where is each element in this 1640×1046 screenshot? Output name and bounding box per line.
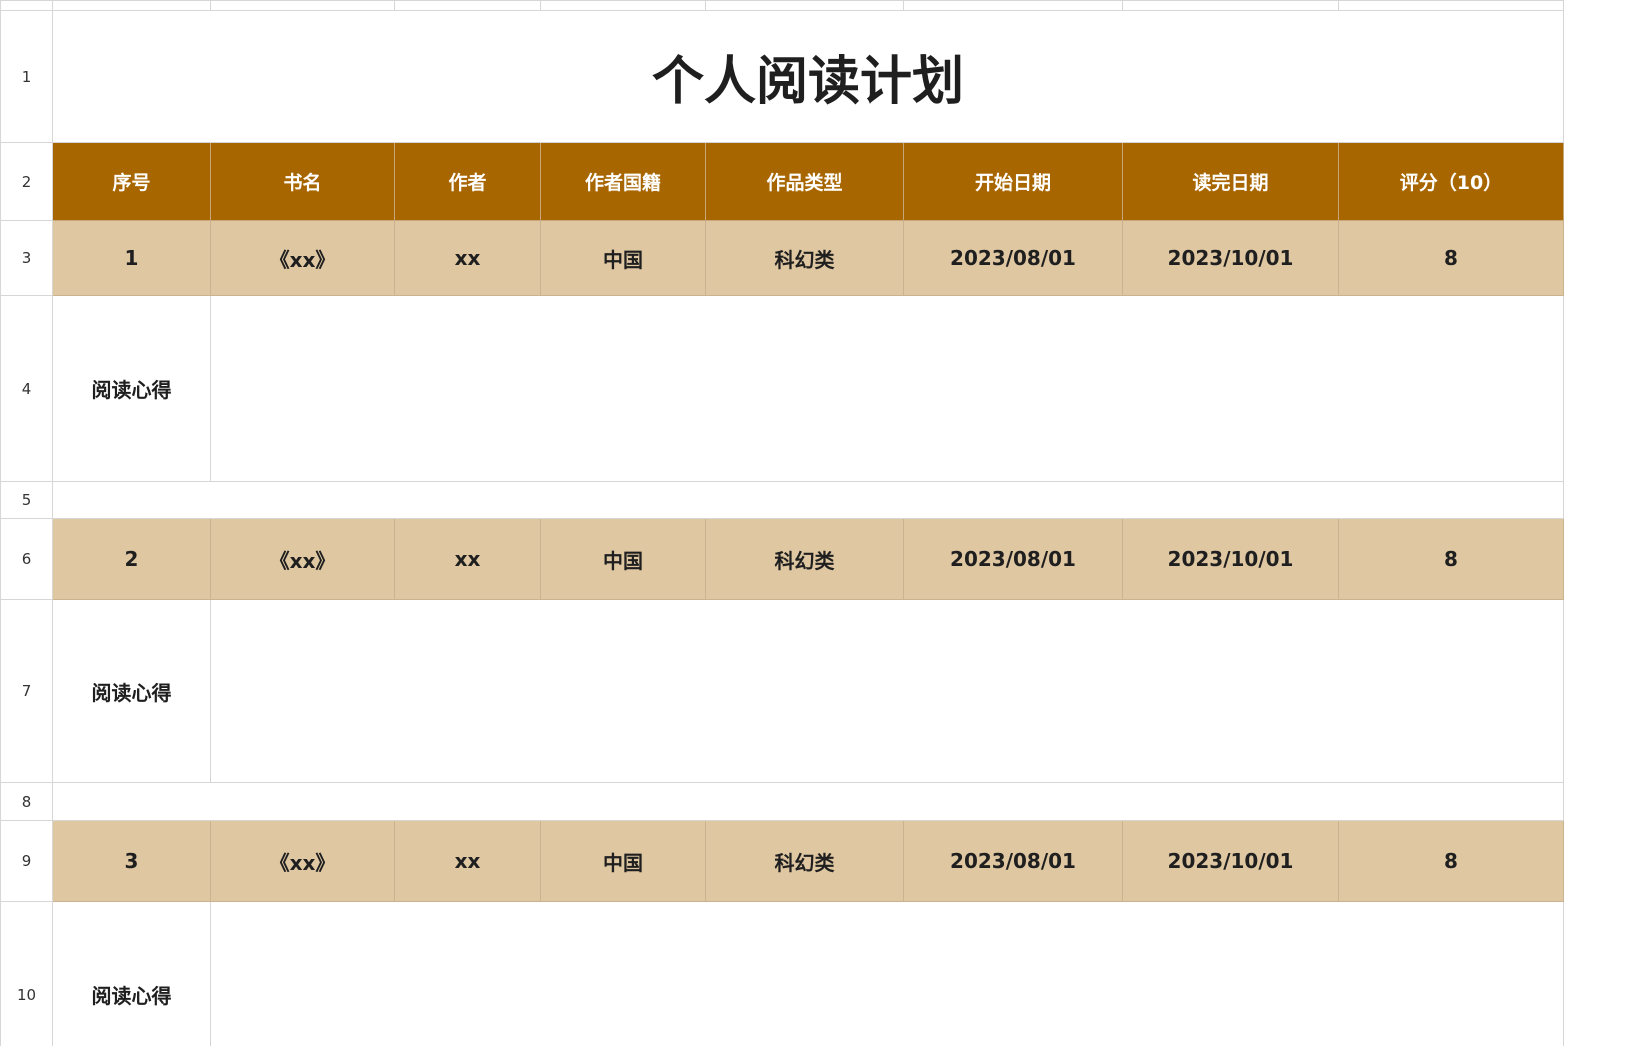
column-header-book-title[interactable]: 书名 (210, 142, 395, 221)
row-number-6[interactable]: 6 (0, 518, 53, 600)
row-number-4[interactable]: 4 (0, 295, 53, 482)
book-score-cell[interactable]: 8 (1338, 518, 1564, 600)
column-header-score[interactable]: 评分（10） (1338, 142, 1564, 221)
column-header-genre[interactable]: 作品类型 (705, 142, 904, 221)
row-number-5[interactable]: 5 (0, 481, 53, 519)
row-3-book-1: 3 1 《xx》 xx 中国 科幻类 2023/08/01 2023/10/01… (0, 220, 1564, 296)
book-start-date-cell[interactable]: 2023/08/01 (903, 820, 1123, 902)
row-5-spacer: 5 (0, 481, 1564, 519)
book-no-cell[interactable]: 1 (52, 220, 211, 296)
page-title[interactable]: 个人阅读计划 (52, 10, 1564, 143)
book-finish-date-cell[interactable]: 2023/10/01 (1122, 518, 1339, 600)
notes-content-cell[interactable] (210, 599, 1564, 783)
book-author-cell[interactable]: xx (394, 820, 541, 902)
row-number-3[interactable]: 3 (0, 220, 53, 296)
notes-content-cell[interactable] (210, 901, 1564, 1046)
row-6-book-2: 6 2 《xx》 xx 中国 科幻类 2023/08/01 2023/10/01… (0, 518, 1564, 600)
book-genre-cell[interactable]: 科幻类 (705, 518, 904, 600)
spreadsheet: 1 个人阅读计划 2 序号 书名 作者 作者国籍 作品类型 开始日期 读完日期 … (0, 0, 1640, 1046)
book-finish-date-cell[interactable]: 2023/10/01 (1122, 220, 1339, 296)
column-header-nationality[interactable]: 作者国籍 (540, 142, 706, 221)
book-title-cell[interactable]: 《xx》 (210, 220, 395, 296)
book-no-cell[interactable]: 3 (52, 820, 211, 902)
book-finish-date-cell[interactable]: 2023/10/01 (1122, 820, 1339, 902)
book-title-cell[interactable]: 《xx》 (210, 518, 395, 600)
spacer-cell[interactable] (52, 782, 1564, 821)
column-header-start-date[interactable]: 开始日期 (903, 142, 1123, 221)
book-score-cell[interactable]: 8 (1338, 820, 1564, 902)
notes-label-cell[interactable]: 阅读心得 (52, 901, 211, 1046)
row-top-sliver (0, 0, 1564, 11)
book-nationality-cell[interactable]: 中国 (540, 518, 706, 600)
book-genre-cell[interactable]: 科幻类 (705, 820, 904, 902)
book-genre-cell[interactable]: 科幻类 (705, 220, 904, 296)
row-number-9[interactable]: 9 (0, 820, 53, 902)
reading-plan-grid: 1 个人阅读计划 2 序号 书名 作者 作者国籍 作品类型 开始日期 读完日期 … (0, 0, 1564, 1046)
column-header-author[interactable]: 作者 (394, 142, 541, 221)
row-8-spacer: 8 (0, 782, 1564, 821)
row-7-notes-2: 7 阅读心得 (0, 599, 1564, 783)
book-nationality-cell[interactable]: 中国 (540, 220, 706, 296)
row-9-book-3: 9 3 《xx》 xx 中国 科幻类 2023/08/01 2023/10/01… (0, 820, 1564, 902)
spacer-cell[interactable] (52, 481, 1564, 519)
book-nationality-cell[interactable]: 中国 (540, 820, 706, 902)
row-number-cell[interactable] (0, 0, 53, 11)
row-number-10[interactable]: 10 (0, 901, 53, 1046)
book-start-date-cell[interactable]: 2023/08/01 (903, 518, 1123, 600)
row-number-7[interactable]: 7 (0, 599, 53, 783)
row-4-notes-1: 4 阅读心得 (0, 295, 1564, 482)
notes-label-cell[interactable]: 阅读心得 (52, 295, 211, 482)
book-no-cell[interactable]: 2 (52, 518, 211, 600)
row-number-1[interactable]: 1 (0, 10, 53, 143)
notes-label-cell[interactable]: 阅读心得 (52, 599, 211, 783)
row-number-2[interactable]: 2 (0, 142, 53, 221)
book-author-cell[interactable]: xx (394, 518, 541, 600)
row-2-header: 2 序号 书名 作者 作者国籍 作品类型 开始日期 读完日期 评分（10） (0, 142, 1564, 221)
notes-content-cell[interactable] (210, 295, 1564, 482)
book-start-date-cell[interactable]: 2023/08/01 (903, 220, 1123, 296)
column-header-finish-date[interactable]: 读完日期 (1122, 142, 1339, 221)
row-number-8[interactable]: 8 (0, 782, 53, 821)
book-author-cell[interactable]: xx (394, 220, 541, 296)
row-1: 1 个人阅读计划 (0, 10, 1564, 143)
column-header-no[interactable]: 序号 (52, 142, 211, 221)
book-title-cell[interactable]: 《xx》 (210, 820, 395, 902)
row-10-notes-3: 10 阅读心得 (0, 901, 1564, 1046)
book-score-cell[interactable]: 8 (1338, 220, 1564, 296)
